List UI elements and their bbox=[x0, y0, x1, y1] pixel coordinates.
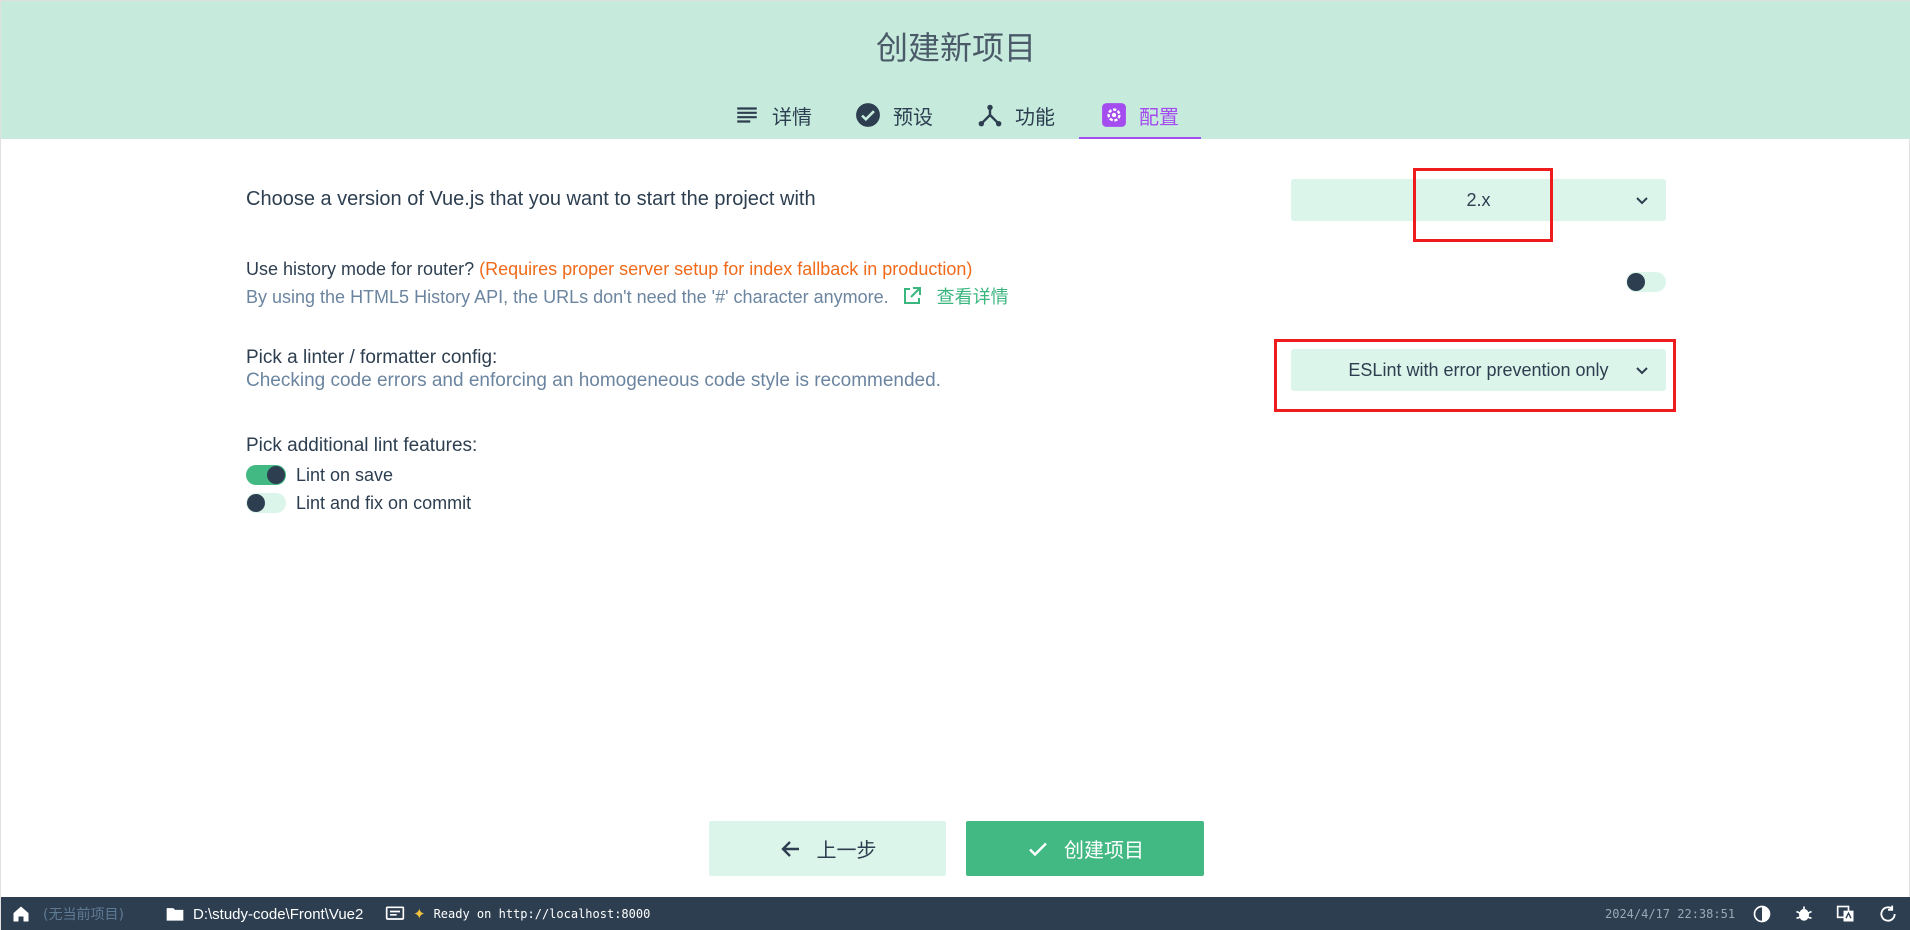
toggle-knob bbox=[247, 494, 265, 512]
log-message: Ready on http://localhost:8000 bbox=[433, 907, 651, 921]
create-project-button-label: 创建项目 bbox=[1064, 838, 1144, 862]
lint-on-save-toggle[interactable] bbox=[246, 465, 286, 485]
history-mode-label: Use history mode for router? (Requires p… bbox=[246, 259, 972, 280]
contrast-icon bbox=[1753, 905, 1771, 923]
tab-presets[interactable]: 预设 bbox=[855, 91, 933, 139]
tab-presets-label: 预设 bbox=[893, 104, 933, 129]
home-icon bbox=[13, 906, 29, 922]
tab-bar: 详情 预设 功能 配置 bbox=[1, 91, 1910, 139]
tab-config[interactable]: 配置 bbox=[1079, 91, 1201, 139]
check-circle-icon bbox=[856, 103, 880, 127]
arrow-left-icon bbox=[780, 840, 799, 857]
highlight-box-version bbox=[1413, 168, 1553, 242]
details-link[interactable]: 查看详情 bbox=[937, 287, 1009, 307]
list-icon bbox=[737, 107, 757, 123]
tab-features[interactable]: 功能 bbox=[977, 91, 1055, 139]
vue-ui-window: 创建新项目 详情 预设 功能 配置 Choose a version of Vu… bbox=[0, 0, 1910, 930]
folder-icon bbox=[166, 908, 184, 921]
console-log[interactable]: ✦ Ready on http://localhost:8000 bbox=[385, 897, 650, 930]
lint-on-save-label: Lint on save bbox=[296, 465, 394, 485]
previous-button-label: 上一步 bbox=[816, 838, 877, 862]
create-project-button[interactable]: 创建项目 bbox=[966, 821, 1204, 876]
tab-features-label: 功能 bbox=[1015, 104, 1055, 129]
previous-button[interactable]: 上一步 bbox=[709, 821, 946, 876]
console-icon bbox=[385, 906, 405, 920]
header: 创建新项目 详情 预设 功能 配置 bbox=[1, 1, 1910, 139]
refresh-button[interactable] bbox=[1878, 897, 1898, 930]
toggle-knob bbox=[1627, 273, 1645, 291]
bug-report-button[interactable] bbox=[1794, 897, 1814, 930]
home-button[interactable] bbox=[11, 897, 31, 930]
vue-version-label: Choose a version of Vue.js that you want… bbox=[246, 188, 816, 210]
chevron-down-icon bbox=[1636, 197, 1648, 205]
dark-mode-button[interactable] bbox=[1752, 897, 1772, 930]
history-mode-description-row: By using the HTML5 History API, the URLs… bbox=[246, 283, 1009, 309]
tab-details-label: 详情 bbox=[772, 104, 812, 129]
status-bar: (无当前项目) D:\study-code\Front\Vue2 ✦ Ready… bbox=[1, 897, 1910, 930]
history-mode-toggle[interactable] bbox=[1626, 272, 1666, 292]
page-title: 创建新项目 bbox=[875, 29, 1036, 67]
linter-description: Checking code errors and enforcing an ho… bbox=[246, 370, 941, 391]
bug-icon bbox=[1796, 906, 1812, 921]
current-project-label[interactable]: (无当前项目) bbox=[43, 897, 124, 930]
history-mode-description: By using the HTML5 History API, the URLs… bbox=[246, 287, 889, 307]
gear-icon bbox=[1102, 103, 1126, 127]
history-mode-question: Use history mode for router? bbox=[246, 259, 475, 279]
check-icon bbox=[1029, 842, 1047, 856]
history-mode-warning: (Requires proper server setup for index … bbox=[479, 259, 973, 279]
external-link-icon bbox=[903, 287, 921, 304]
highlight-box-linter bbox=[1274, 339, 1676, 412]
lint-features-label: Pick additional lint features: bbox=[246, 435, 478, 456]
toggle-knob bbox=[267, 466, 285, 484]
translate-icon bbox=[1836, 905, 1854, 922]
lint-fix-commit-label: Lint and fix on commit bbox=[296, 493, 472, 513]
fork-icon bbox=[978, 104, 1002, 127]
linter-label: Pick a linter / formatter config: bbox=[246, 347, 498, 368]
folder-path-text: D:\study-code\Front\Vue2 bbox=[193, 905, 364, 923]
refresh-icon bbox=[1880, 905, 1896, 922]
lint-fix-commit-toggle[interactable] bbox=[246, 493, 286, 513]
tab-config-label: 配置 bbox=[1139, 104, 1179, 129]
datetime: 2024/4/17 22:38:51 bbox=[1605, 907, 1736, 921]
translate-button[interactable] bbox=[1836, 897, 1856, 930]
rocket-icon: ✦ bbox=[413, 906, 426, 923]
folder-path[interactable]: D:\study-code\Front\Vue2 bbox=[165, 897, 363, 930]
tab-details[interactable]: 详情 bbox=[734, 91, 812, 139]
